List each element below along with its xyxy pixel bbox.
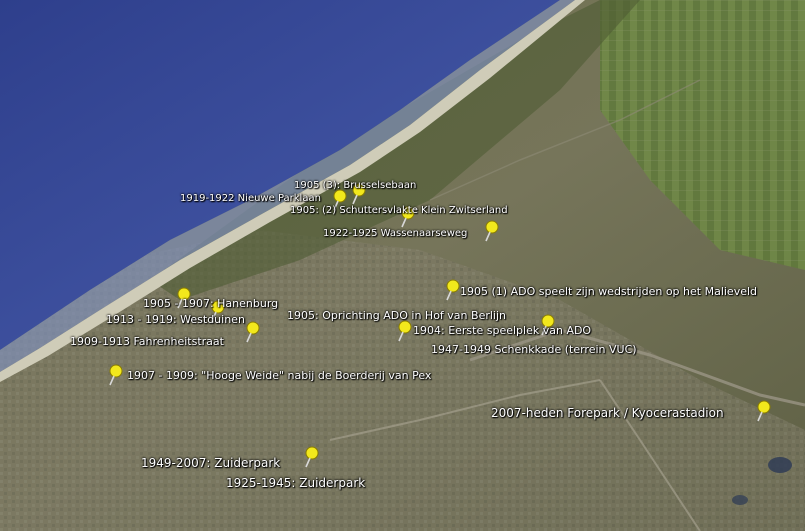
placemark-label[interactable]: 1905 (3): Brusselsebaan — [294, 180, 416, 192]
satellite-imagery — [0, 0, 805, 531]
yellow-pushpin-icon — [398, 320, 412, 342]
placemark-pin-forepark[interactable] — [754, 400, 772, 422]
placemark-pin-wassenaarseweg[interactable] — [482, 220, 500, 242]
placemark-pin-eerste-speelplek[interactable] — [395, 320, 413, 342]
placemark-label[interactable]: 1905 (1) ADO speelt zijn wedstrijden op … — [460, 285, 757, 298]
placemark-pin-malieveld[interactable] — [443, 279, 461, 301]
placemark-pin-westduinen[interactable] — [243, 321, 261, 343]
placemark-pin-hooge-weide[interactable] — [106, 364, 124, 386]
placemark-label[interactable]: 1925-1945: Zuiderpark — [226, 476, 365, 490]
placemark-label[interactable]: 1907 - 1909: "Hooge Weide" nabij de Boer… — [127, 369, 431, 382]
yellow-pushpin-icon — [246, 321, 260, 343]
yellow-pushpin-icon — [485, 220, 499, 242]
placemark-label[interactable]: 1922-1925 Wassenaarseweg — [323, 228, 467, 240]
placemark-label[interactable]: 1905 - 1907: Hanenburg — [143, 297, 278, 310]
yellow-pushpin-icon — [446, 279, 460, 301]
pond — [732, 495, 748, 505]
yellow-pushpin-icon — [757, 400, 771, 422]
yellow-pushpin-icon — [305, 446, 319, 468]
yellow-pushpin-icon — [109, 364, 123, 386]
pond — [768, 457, 792, 473]
placemark-label[interactable]: 1947-1949 Schenkkade (terrein VUC) — [431, 343, 637, 356]
placemark-label[interactable]: 1949-2007: Zuiderpark — [141, 456, 280, 470]
placemark-label[interactable]: 1909-1913 Fahrenheitstraat — [70, 335, 224, 348]
placemark-label[interactable]: 1919-1922 Nieuwe Parklaan — [180, 193, 321, 205]
placemark-label[interactable]: 1913 - 1919: Westduinen — [106, 313, 245, 326]
placemark-label[interactable]: 1905: (2) Schuttersvlakte Klein Zwitserl… — [290, 205, 508, 217]
placemark-label[interactable]: 2007-heden Forepark / Kyocerastadion — [491, 406, 724, 420]
placemark-label[interactable]: 1904: Eerste speelplek van ADO — [413, 324, 591, 337]
placemark-label[interactable]: 1905: Oprichting ADO in Hof van Berlijn — [287, 309, 506, 322]
satellite-map-view[interactable]: 1905 (3): Brusselsebaan 1919-1922 Nieuwe… — [0, 0, 805, 531]
placemark-pin-zuiderpark[interactable] — [302, 446, 320, 468]
